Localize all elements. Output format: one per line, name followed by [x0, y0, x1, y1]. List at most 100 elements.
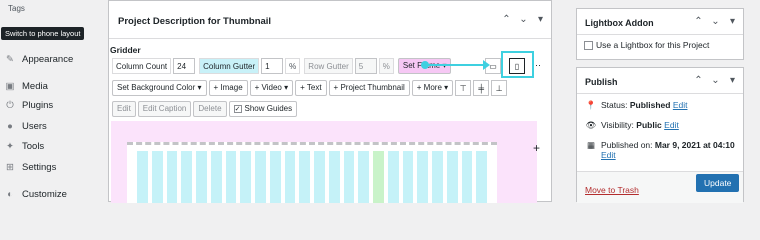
- phone-layout-highlight: [501, 51, 534, 78]
- column-count-label: Column Count: [112, 58, 172, 74]
- column-gutter-label: Column Gutter: [199, 58, 260, 74]
- panel-title: Project Description for Thumbnail: [118, 16, 272, 27]
- align-top-icon[interactable]: ⊤: [455, 80, 472, 96]
- add-project-thumbnail-button[interactable]: + Project Thumbnail: [328, 80, 410, 96]
- grid-column-guide: [225, 151, 237, 203]
- edit-caption-button[interactable]: Edit Caption: [137, 101, 192, 117]
- add-row-icon[interactable]: +: [533, 141, 540, 155]
- column-gutter-unit: %: [285, 58, 301, 74]
- add-text-button[interactable]: + Text: [295, 80, 327, 96]
- grid-column-guide: [269, 151, 281, 203]
- admin-sidebar: Tags Switch to phone layout ✎ Appearance …: [0, 0, 96, 202]
- settings-icon: ⊞: [6, 161, 14, 173]
- grid-column-guide: [299, 151, 310, 203]
- grid-column-guide: [328, 151, 340, 203]
- row-gutter-input[interactable]: 5: [354, 58, 377, 74]
- lightbox-checkbox[interactable]: [584, 41, 593, 51]
- align-middle-icon[interactable]: ╪: [473, 80, 490, 96]
- media-icon: ▣: [5, 80, 15, 92]
- chevron-down-icon[interactable]: ⌄: [709, 75, 722, 86]
- grid-column-guide: [417, 151, 428, 203]
- pin-icon: 📍: [585, 100, 597, 110]
- grid-column-guide: [446, 151, 458, 203]
- caret-down-icon[interactable]: ▾: [726, 75, 739, 86]
- published-on-row: ▦ Published on: Mar 9, 2021 at 04:10 Edit: [586, 140, 735, 160]
- gridder-title: Gridder: [110, 45, 141, 55]
- grid-column-guide: [151, 151, 163, 203]
- caret-down-icon[interactable]: ▾: [726, 16, 739, 27]
- caret-down-icon[interactable]: ▾: [534, 14, 547, 25]
- sidebar-item-tools[interactable]: ✦ Tools: [4, 139, 44, 153]
- grid-column-guide: [210, 151, 222, 203]
- show-guides-toggle[interactable]: ✓ Show Guides: [228, 101, 298, 117]
- grid-frame: [127, 142, 497, 203]
- sidebar-item-users[interactable]: ● Users: [4, 119, 47, 133]
- grid-column-guide: [166, 151, 178, 203]
- grid-column-guide: [432, 151, 443, 203]
- grid-column-guide: [373, 151, 384, 203]
- chevron-up-icon[interactable]: ⌃: [692, 75, 705, 86]
- tooltip: Switch to phone layout: [1, 27, 85, 40]
- grid-column-guide: [137, 151, 148, 203]
- grid-settings-toolbar: Column Count 24 Column Gutter 1 % Row Gu…: [112, 58, 452, 74]
- grid-column-guide: [476, 151, 487, 203]
- lightbox-addon-panel: Lightbox Addon ⌃ ⌄ ▾ Use a Lightbox for …: [576, 8, 744, 60]
- insert-toolbar: Set Background Color ▾ + Image + Video ▾…: [112, 80, 508, 96]
- calendar-icon: ▦: [586, 140, 596, 150]
- annotation-arrowhead: [483, 60, 490, 70]
- grid-column-guide: [343, 151, 355, 203]
- grid-canvas[interactable]: [111, 121, 537, 203]
- grid-column-guide: [461, 151, 473, 203]
- paintbrush-icon: ✎: [6, 53, 14, 65]
- column-count-input[interactable]: 24: [173, 58, 196, 74]
- lightbox-title: Lightbox Addon: [585, 18, 654, 28]
- column-gutter-input[interactable]: 1: [261, 58, 284, 74]
- lightbox-checkbox-row[interactable]: Use a Lightbox for this Project: [584, 40, 709, 51]
- chevron-down-icon[interactable]: ⌄: [517, 14, 530, 25]
- row-gutter-label: Row Gutter: [304, 58, 353, 74]
- grid-column-guide: [387, 151, 399, 203]
- sidebar-item-tags[interactable]: Tags: [8, 4, 25, 13]
- grid-column-guide: [181, 151, 192, 203]
- annotation-arrow: [425, 64, 487, 66]
- publish-title: Publish: [585, 77, 618, 87]
- grid-column-guide: [284, 151, 296, 203]
- lightbox-header: Lightbox Addon ⌃ ⌄ ▾: [577, 9, 743, 35]
- chevron-down-icon[interactable]: ⌄: [709, 16, 722, 27]
- status-row: 📍 Status: Published Edit: [585, 100, 688, 110]
- chevron-up-icon[interactable]: ⌃: [500, 14, 513, 25]
- align-bottom-icon[interactable]: ⊥: [491, 80, 508, 96]
- set-background-color-button[interactable]: Set Background Color ▾: [112, 80, 207, 96]
- visibility-row: 👁 Visibility: Public Edit: [585, 120, 679, 130]
- grid-column-guide: [402, 151, 414, 203]
- row-gutter-unit: %: [378, 58, 394, 74]
- panel-header: Project Description for Thumbnail ⌃ ⌄ ▾: [109, 1, 551, 39]
- visibility-edit-link[interactable]: Edit: [664, 120, 679, 130]
- customize-icon: ◐: [7, 188, 13, 200]
- grid-column-guide: [358, 151, 369, 203]
- sidebar-item-settings[interactable]: ⊞ Settings: [4, 160, 56, 174]
- add-more-button[interactable]: + More ▾: [411, 80, 454, 96]
- sidebar-item-plugins[interactable]: ⏻ Plugins: [4, 98, 53, 112]
- grid-column-guide: [240, 151, 251, 203]
- move-to-trash-link[interactable]: Move to Trash: [585, 185, 639, 195]
- delete-button[interactable]: Delete: [193, 101, 227, 117]
- publish-header: Publish ⌃ ⌄ ▾: [577, 68, 743, 94]
- sidebar-item-media[interactable]: ▣ Media: [4, 79, 48, 93]
- status-edit-link[interactable]: Edit: [673, 100, 688, 110]
- add-image-button[interactable]: + Image: [208, 80, 248, 96]
- element-toolbar: Edit Edit Caption Delete ✓ Show Guides: [112, 101, 298, 117]
- eye-icon: 👁: [585, 120, 597, 130]
- chevron-up-icon[interactable]: ⌃: [692, 16, 705, 27]
- users-icon: ●: [7, 120, 13, 132]
- tools-icon: ✦: [6, 140, 14, 152]
- sidebar-item-appearance[interactable]: ✎ Appearance: [4, 52, 73, 66]
- date-edit-link[interactable]: Edit: [601, 150, 616, 160]
- grid-column-guide: [196, 151, 207, 203]
- add-video-button[interactable]: + Video ▾: [249, 80, 294, 96]
- grid-column-guide: [314, 151, 325, 203]
- plugins-icon: ⏻: [6, 99, 14, 111]
- update-button[interactable]: Update: [696, 174, 740, 192]
- edit-button[interactable]: Edit: [112, 101, 136, 117]
- sidebar-item-customize[interactable]: ◐ Customize: [4, 187, 67, 201]
